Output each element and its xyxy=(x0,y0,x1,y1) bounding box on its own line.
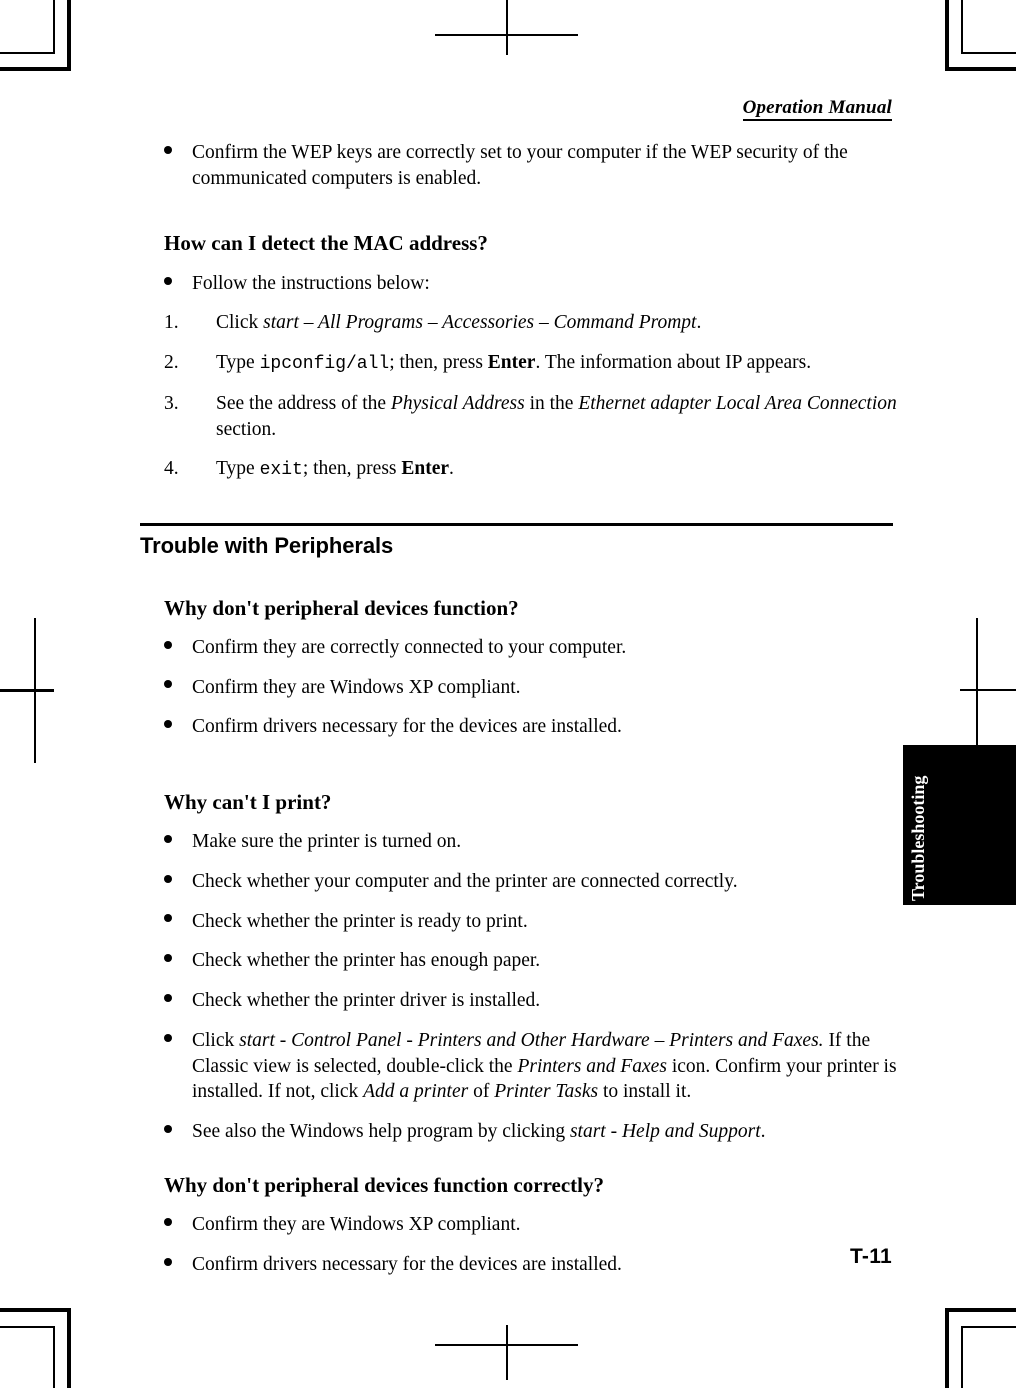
bullet-dot-icon xyxy=(164,914,172,923)
list-item-text: Check whether the printer driver is inst… xyxy=(192,990,541,1012)
list-item-text: Confirm they are Windows XP compliant. xyxy=(192,676,521,698)
manual-page: Operation Manual Confirm the WEP keys ar… xyxy=(0,0,1016,1378)
step-text-post: . xyxy=(696,312,702,334)
list-item: Confirm the WEP keys are correctly set t… xyxy=(140,140,900,191)
step-text-command: ipconfig/all xyxy=(259,354,390,375)
heading-why-cant-i-print: Why can't I print? xyxy=(164,789,332,814)
step-text-pre: See the address of the xyxy=(216,392,391,414)
step-text-pre: Click xyxy=(216,312,264,334)
list-item: Confirm they are Windows XP compliant. xyxy=(140,1212,900,1238)
list-item-number: 1. xyxy=(164,312,179,334)
list-item: Check whether the printer driver is inst… xyxy=(140,988,900,1014)
list-item: Follow the instructions below: xyxy=(140,271,900,297)
step-text-key: Enter xyxy=(401,458,450,480)
list-item-text: Confirm drivers necessary for the device… xyxy=(192,1253,622,1275)
list-item-text: Check whether the printer has enough pap… xyxy=(192,950,541,972)
section-title-trouble-with-peripherals: Trouble with Peripherals xyxy=(140,533,394,559)
bullet-dot-icon xyxy=(164,1217,172,1226)
text-emphasis-add-printer: Add a printer xyxy=(363,1081,469,1103)
list-item: Confirm they are correctly connected to … xyxy=(140,635,900,661)
step-text-emphasis: start – All Programs – Accessories – Com… xyxy=(263,312,697,334)
list-item-text: Make sure the printer is turned on. xyxy=(192,831,462,853)
text-pre: See also the Windows help program by cli… xyxy=(192,1121,570,1143)
bullet-dot-icon xyxy=(164,720,172,729)
list-item-text: Follow the instructions below: xyxy=(192,272,430,294)
text-emphasis-icon: Printers and Faxes xyxy=(517,1055,667,1077)
bullet-dot-icon xyxy=(164,640,172,649)
list-item-text: Type exit; then, press Enter. xyxy=(216,458,454,481)
list-item: Make sure the printer is turned on. xyxy=(140,829,900,855)
step-text-mid: in the xyxy=(524,392,579,414)
chapter-thumb-tab: Troubleshooting xyxy=(903,745,1016,905)
list-item-text: Confirm drivers necessary for the device… xyxy=(192,716,622,738)
numbered-list-item: 1. Click start – All Programs – Accessor… xyxy=(140,310,900,336)
bullet-dot-icon xyxy=(164,276,172,285)
bullet-dot-icon xyxy=(164,954,172,963)
text-pre: Click xyxy=(192,1029,240,1051)
text-post: to install it. xyxy=(598,1081,692,1103)
bullet-dot-icon xyxy=(164,145,172,154)
step-text-emphasis-2: Ethernet adapter Local Area Connection xyxy=(578,392,897,414)
list-item-text: Confirm the WEP keys are correctly set t… xyxy=(192,142,848,189)
text-mid-3: of xyxy=(468,1081,495,1103)
list-item-text: Confirm they are Windows XP compliant. xyxy=(192,1213,521,1235)
list-item-text: Type ipconfig/all; then, press Enter. Th… xyxy=(216,352,812,375)
step-text-post: section. xyxy=(216,418,277,440)
step-text-pre: Type xyxy=(216,352,260,374)
list-item-number: 3. xyxy=(164,392,179,414)
numbered-list-item: 4. Type exit; then, press Enter. xyxy=(140,456,900,483)
step-text-mid: ; then, press xyxy=(302,458,402,480)
heading-why-dont-peripheral-devices-function: Why don't peripheral devices function? xyxy=(164,595,519,620)
step-text-post: . The information about IP appears. xyxy=(535,352,812,374)
list-item: Confirm drivers necessary for the device… xyxy=(140,714,900,740)
section-divider xyxy=(140,523,893,527)
list-item: Check whether the printer is ready to pr… xyxy=(140,909,900,935)
chapter-thumb-tab-label: Troubleshooting xyxy=(908,775,928,901)
list-item-number: 2. xyxy=(164,352,179,374)
text-emphasis-help: start - Help and Support xyxy=(569,1121,761,1143)
list-item-text: Check whether the printer is ready to pr… xyxy=(192,910,528,932)
page-content: Confirm the WEP keys are correctly set t… xyxy=(140,140,900,1291)
step-text-command: exit xyxy=(259,460,303,481)
heading-why-dont-peripheral-devices-function-correctly: Why don't peripheral devices function co… xyxy=(164,1172,604,1197)
step-text-post: . xyxy=(449,458,454,480)
step-text-mid: ; then, press xyxy=(389,352,488,374)
list-item: See also the Windows help program by cli… xyxy=(140,1119,900,1145)
bullet-dot-icon xyxy=(164,680,172,689)
bullet-dot-icon xyxy=(164,874,172,883)
step-text-emphasis: Physical Address xyxy=(390,392,525,414)
heading-mac-address: How can I detect the MAC address? xyxy=(164,231,488,256)
bullet-dot-icon xyxy=(164,1033,172,1042)
running-header-text: Operation Manual xyxy=(742,97,892,121)
list-item: Check whether your computer and the prin… xyxy=(140,869,900,895)
step-text-key: Enter xyxy=(487,352,536,374)
list-item-text: Click start – All Programs – Accessories… xyxy=(216,312,701,333)
list-item-number: 4. xyxy=(164,458,179,480)
bullet-dot-icon xyxy=(164,835,172,844)
running-header: Operation Manual xyxy=(140,97,892,121)
list-item-text: Click start - Control Panel - Printers a… xyxy=(192,1030,897,1102)
list-item: Click start - Control Panel - Printers a… xyxy=(140,1028,900,1105)
list-item-text: See the address of the Physical Address … xyxy=(216,393,897,440)
numbered-list-item: 2. Type ipconfig/all; then, press Enter.… xyxy=(140,350,900,377)
text-emphasis-path: start - Control Panel - Printers and Oth… xyxy=(239,1029,824,1051)
list-item-text: See also the Windows help program by cli… xyxy=(192,1121,766,1142)
list-item: Confirm they are Windows XP compliant. xyxy=(140,675,900,701)
text-emphasis-printer-tasks: Printer Tasks xyxy=(494,1081,599,1103)
list-item-text: Check whether your computer and the prin… xyxy=(192,870,738,892)
bullet-dot-icon xyxy=(164,1257,172,1266)
text-post: . xyxy=(760,1121,766,1143)
bullet-dot-icon xyxy=(164,1124,172,1133)
numbered-list-item: 3. See the address of the Physical Addre… xyxy=(140,391,900,442)
page-number: T-11 xyxy=(849,1245,892,1268)
list-item: Check whether the printer has enough pap… xyxy=(140,948,900,974)
bullet-dot-icon xyxy=(164,993,172,1002)
list-item-text: Confirm they are correctly connected to … xyxy=(192,636,627,658)
step-text-pre: Type xyxy=(216,458,260,480)
